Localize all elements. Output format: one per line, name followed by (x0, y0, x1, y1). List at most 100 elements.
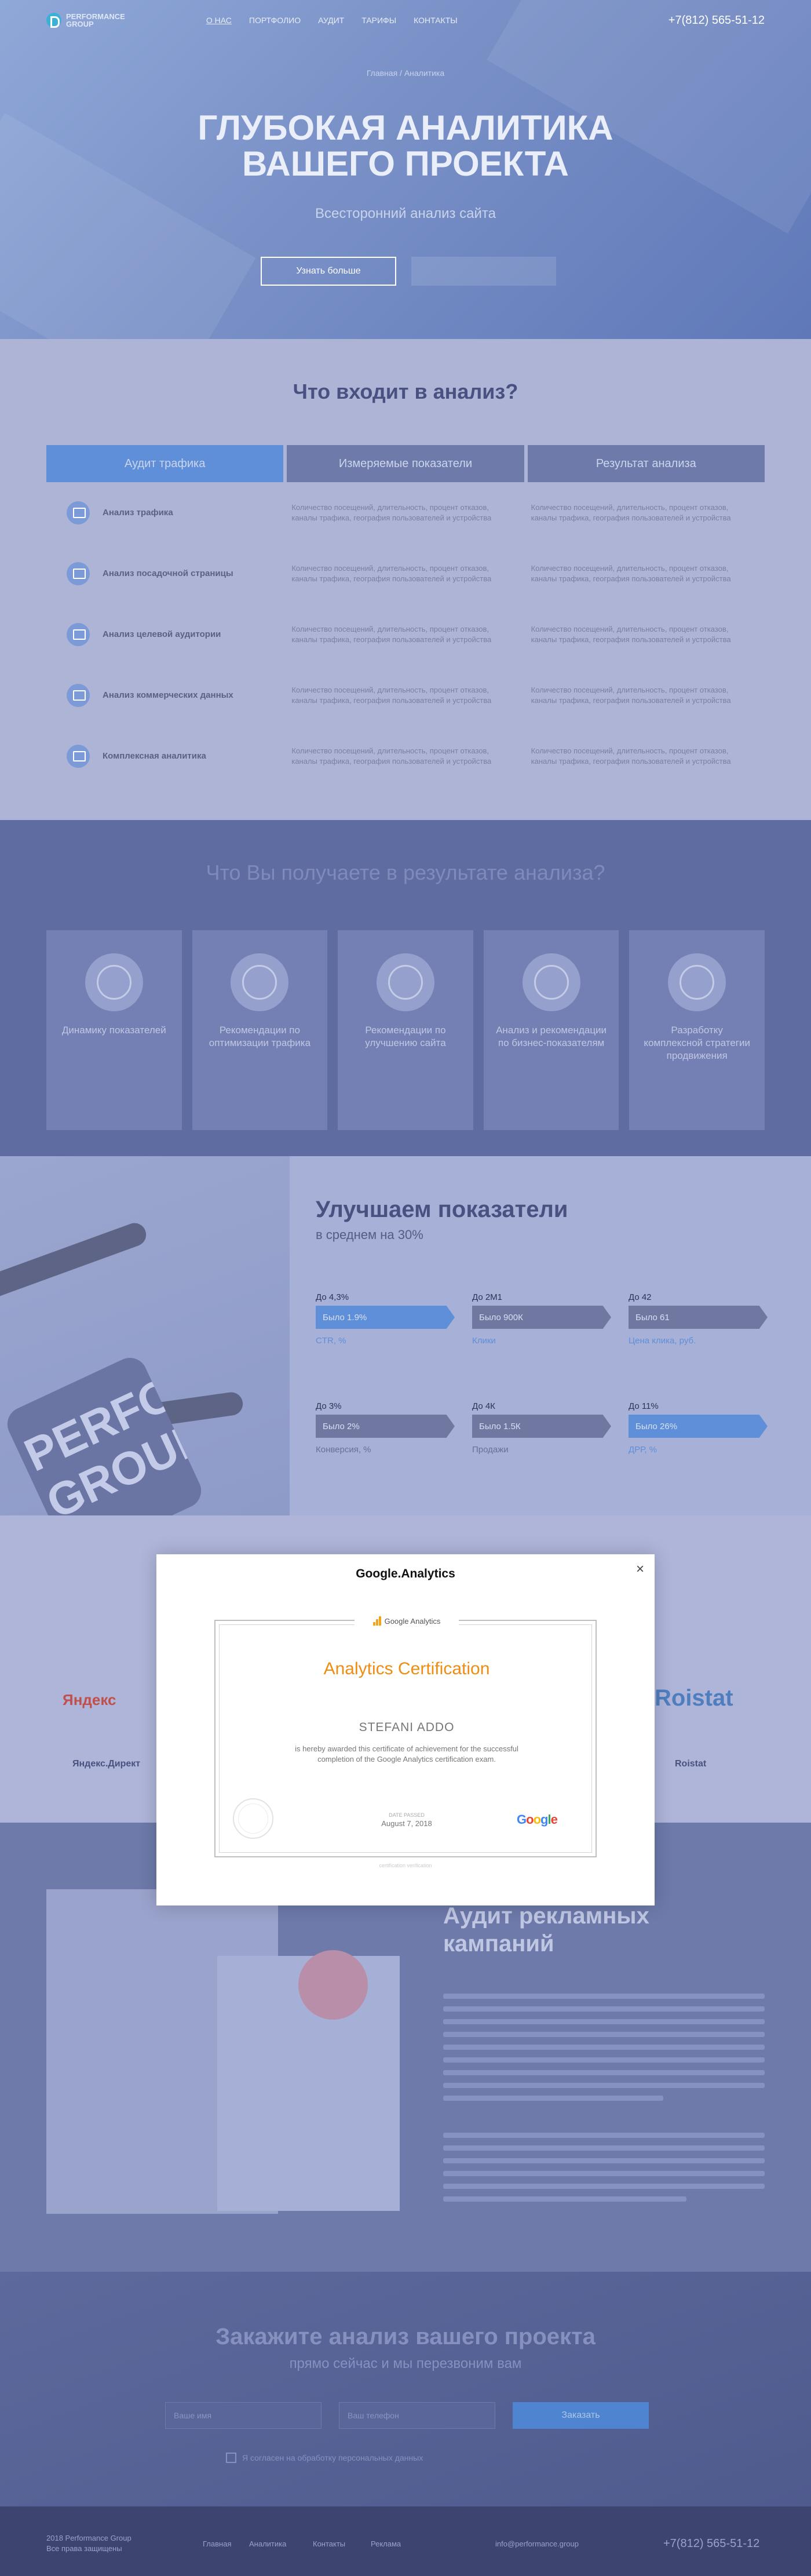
phone-input[interactable]: Ваш телефон (339, 2402, 495, 2429)
result-card-label: Рекомендации по оптимизации трафика (209, 1025, 311, 1048)
table-row: Анализ трафика Количество посещений, дли… (46, 482, 765, 543)
footer-link[interactable]: Контакты (313, 2539, 345, 2548)
hero-subtitle: Всесторонний анализ сайта (315, 206, 496, 221)
footer-link[interactable]: Главная (203, 2539, 231, 2548)
analysis-tabs: Аудит трафика Измеряемые показатели Резу… (46, 445, 765, 482)
table-cell: Количество посещений, длительность, проц… (531, 502, 731, 522)
stat-target: До 2М1 (472, 1292, 503, 1302)
row-label-text: Комплексная аналитика (103, 751, 206, 761)
table-cell: Количество посещений, длительность, проц… (291, 502, 492, 522)
result-card: Рекомендации по оптимизации трафика (192, 930, 328, 1130)
page-icon (67, 562, 90, 585)
analysis-title: Что входит в анализ? (293, 380, 518, 403)
traffic-icon (231, 953, 289, 1011)
campaign-title-line: кампаний (443, 1931, 554, 1956)
row-label-text: Анализ целевой аудитории (103, 629, 221, 639)
footer-email[interactable]: info@performance.group (495, 2539, 579, 2548)
cert-text: is hereby awarded this certificate of ac… (215, 1744, 598, 1765)
consent-checkbox[interactable] (226, 2453, 236, 2463)
footer-rights: Все права защищены (46, 2544, 122, 2553)
result-card: Динамику показателей (46, 930, 182, 1130)
campaign-title: Аудит рекламных кампаний (443, 1902, 649, 1958)
results-title: Что Вы получаете в результате анализа? (206, 861, 605, 884)
hero-more-button[interactable]: Узнать больше (261, 257, 396, 286)
logo-icon (46, 13, 61, 28)
stat-card: До 2М1 Было 900К Клики (472, 1292, 611, 1346)
stat-label: ДРР, % (629, 1445, 657, 1455)
header-phone[interactable]: +7(812) 565-51-12 (668, 14, 765, 27)
hero-title: ГЛУБОКАЯ АНАЛИТИКА ВАШЕГО ПРОЕКТА (0, 110, 811, 182)
yandex-direct-label: Яндекс.Директ (72, 1759, 141, 1769)
nav-item-about[interactable]: О НАС (206, 16, 232, 25)
tab-traffic-audit[interactable]: Аудит трафика (46, 445, 284, 482)
site-logo[interactable]: PERFORMANCE GROUP (46, 13, 125, 28)
certificate-modal: Google.Analytics × Google Analytics Anal… (156, 1554, 655, 1905)
campaign-title-line: Аудит рекламных (443, 1903, 649, 1929)
hero-title-line: ВАШЕГО ПРОЕКТА (242, 144, 569, 183)
footer-link[interactable]: Аналитика (249, 2539, 286, 2548)
footer-phone[interactable]: +7(812) 565-51-12 (663, 2537, 759, 2551)
row-label: Анализ целевой аудитории (46, 622, 286, 646)
cert-brand-text: Google Analytics (384, 1616, 441, 1626)
desk-image: PERFORMANCE GROUP (0, 1156, 290, 1515)
cert-footer-note: certification verification (379, 1863, 432, 1868)
modal-title: Google.Analytics (356, 1567, 455, 1580)
order-submit-button[interactable]: Заказать (513, 2402, 649, 2429)
order-title: Закажите анализ вашего проекта (215, 2324, 596, 2349)
results-cards: Динамику показателей Рекомендации по опт… (46, 930, 765, 1130)
table-row: Анализ коммерческих данных Количество по… (46, 665, 765, 726)
stat-target: До 4К (472, 1401, 495, 1411)
analysis-table: Анализ трафика Количество посещений, дли… (46, 482, 765, 786)
result-card-label: Рекомендации по улучшению сайта (365, 1025, 446, 1048)
nav-item-portfolio[interactable]: ПОРТФОЛИО (249, 16, 301, 25)
nav-item-audit[interactable]: АУДИТ (318, 16, 344, 25)
website-icon (376, 953, 434, 1011)
order-section (0, 2272, 811, 2506)
yandex-logo: Яндекс (63, 1691, 116, 1708)
table-cell: Количество посещений, длительность, проц… (531, 624, 731, 644)
tab-result[interactable]: Результат анализа (527, 445, 765, 482)
improve-title: Улучшаем показатели (316, 1197, 568, 1222)
result-card-label: Динамику показателей (61, 1025, 166, 1036)
table-row: Анализ целевой аудитории Количество посе… (46, 604, 765, 665)
gear-icon (85, 953, 143, 1011)
google-analytics-icon (372, 1616, 381, 1626)
row-label-text: Анализ коммерческих данных (103, 690, 233, 700)
stat-label: Продажи (472, 1445, 509, 1455)
stat-bar: Было 1.9% (316, 1306, 455, 1329)
stat-target: До 4,3% (316, 1292, 349, 1302)
coffee-cup-image (298, 1950, 368, 2020)
audience-icon (67, 622, 90, 646)
result-card: Анализ и рекомендации по бизнес-показате… (483, 930, 619, 1130)
result-card: Рекомендации по улучшению сайта (338, 930, 473, 1130)
logo-text-2: GROUP (66, 20, 94, 28)
row-label: Анализ трафика (46, 501, 286, 524)
main-nav: О НАС ПОРТФОЛИО АУДИТ ТАРИФЫ КОНТАКТЫ (206, 16, 458, 25)
phone-image: PERFORMANCE GROUP (2, 1352, 207, 1515)
stat-target: До 3% (316, 1401, 342, 1411)
stat-target: До 11% (629, 1401, 659, 1411)
row-label: Комплексная аналитика (46, 744, 286, 768)
stat-bar: Было 1.5К (472, 1415, 611, 1438)
tab-metrics[interactable]: Измеряемые показатели (287, 445, 524, 482)
name-input[interactable]: Ваше имя (165, 2402, 322, 2429)
stat-bar: Было 2% (316, 1415, 455, 1438)
hero-secondary-button[interactable] (411, 257, 556, 286)
desk-photo (217, 1950, 400, 2211)
result-card-label: Разработку комплексной стратегии продвиж… (644, 1025, 750, 1061)
table-cell: Количество посещений, длительность, проц… (531, 563, 731, 583)
certificate: Google Analytics Analytics Certification… (214, 1615, 598, 1857)
nav-item-contacts[interactable]: КОНТАКТЫ (414, 16, 458, 25)
footer-link[interactable]: Реклама (371, 2539, 401, 2548)
nav-item-tariffs[interactable]: ТАРИФЫ (361, 16, 396, 25)
site-header: PERFORMANCE GROUP О НАС ПОРТФОЛИО АУДИТ Т… (46, 6, 765, 35)
stat-card: До 4К Было 1.5К Продажи (472, 1401, 611, 1455)
table-cell: Количество посещений, длительность, проц… (291, 746, 492, 766)
site-footer: 2018 Performance Group Все права защищен… (0, 2506, 811, 2576)
bar-chart-icon (522, 953, 580, 1011)
consent-label: Я согласен на обработку персональных дан… (242, 2453, 423, 2462)
stat-label: Цена клика, руб. (629, 1336, 696, 1346)
close-icon[interactable]: × (636, 1561, 644, 1577)
pen-image (0, 1219, 149, 1302)
roistat-logo: Roistat (655, 1685, 733, 1711)
